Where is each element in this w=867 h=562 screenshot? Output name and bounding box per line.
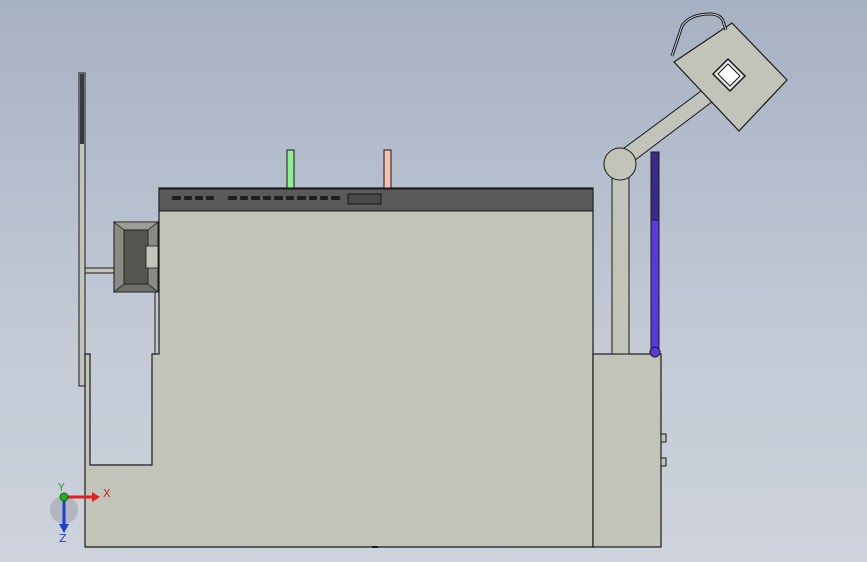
main-body[interactable] [84, 187, 594, 548]
cabinet-knob-upper[interactable] [660, 433, 667, 443]
arm-column[interactable] [611, 177, 630, 355]
salmon-marker-rod[interactable] [383, 149, 392, 189]
x-axis-label: X [103, 487, 111, 500]
y-axis-label: Y [57, 481, 65, 494]
panel-glyphs [172, 196, 340, 200]
right-cabinet[interactable] [592, 353, 662, 548]
z-axis-label: Z [59, 532, 67, 545]
y-axis-dot [59, 492, 69, 502]
cabinet-knob-lower[interactable] [660, 457, 667, 467]
top-control-panel[interactable] [158, 188, 594, 212]
level-indicator[interactable] [649, 151, 661, 358]
cad-viewport[interactable]: X Y Z [0, 0, 867, 562]
green-marker-rod[interactable] [286, 149, 295, 189]
level-sensor-bulb [649, 346, 661, 358]
arm-joint[interactable] [603, 147, 637, 181]
bottom-mark [372, 546, 378, 548]
side-motor-bracket[interactable] [112, 221, 160, 293]
panel-display [347, 193, 382, 205]
left-vertical-plate[interactable] [78, 72, 86, 387]
connecting-rod [84, 267, 118, 274]
